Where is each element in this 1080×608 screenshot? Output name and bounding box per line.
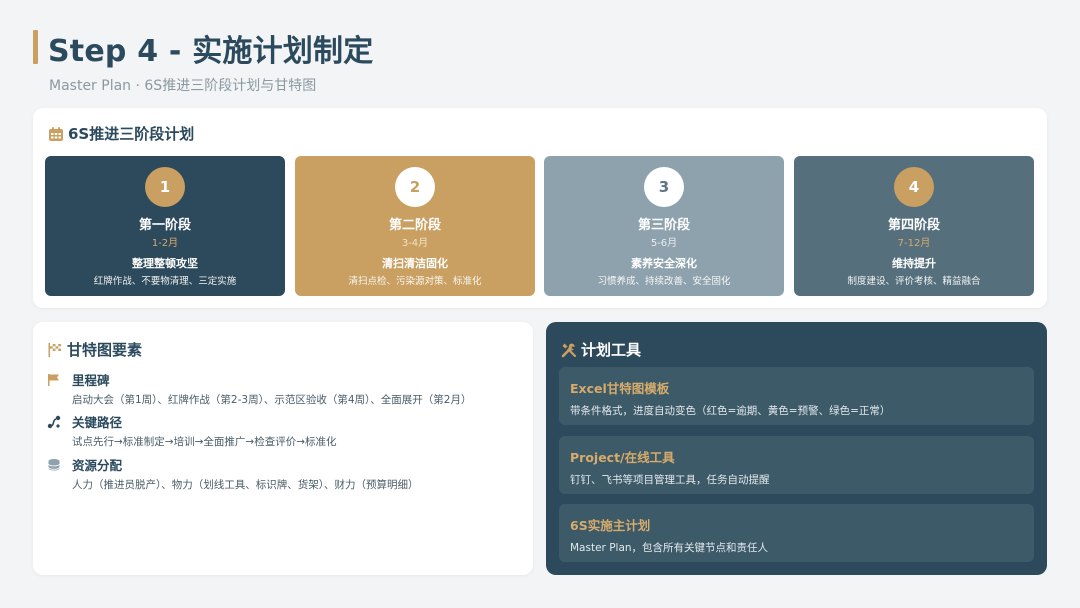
stage-number-badge: 3: [644, 167, 684, 207]
tool-desc: 带条件格式，进度自动变色（红色=逾期、黄色=预警、绿色=正常）: [570, 405, 891, 417]
checkered-flag-icon: [47, 342, 63, 358]
tools-heading-text: 计划工具: [581, 341, 642, 359]
stage-card-1: 1 第一阶段 1-2月 整理整顿攻坚 红牌作战、不要物清理、三定实施: [45, 156, 285, 296]
stage-name: 第三阶段: [637, 218, 690, 233]
stage-number-badge: 1: [145, 167, 185, 207]
stage-number-badge: 4: [894, 167, 934, 207]
tool-desc: 钉钉、飞书等项目管理工具，任务自动提醒: [570, 474, 770, 486]
coins-icon: [47, 458, 61, 472]
stage-focus: 维持提升: [892, 257, 936, 270]
stage-plan-heading: 6S推进三阶段计划: [48, 123, 194, 144]
tool-desc: Master Plan，包含所有关键节点和责任人: [570, 542, 769, 554]
calendar-icon: [48, 126, 64, 142]
gantt-item-title: 关键路径: [72, 415, 123, 430]
stage-detail: 习惯养成、持续改善、安全固化: [597, 276, 731, 287]
gantt-heading: 甘特图要素: [47, 339, 142, 360]
stage-period: 5-6月: [650, 238, 678, 249]
title-accent-bar: [33, 30, 38, 64]
tools-icon: [561, 342, 577, 358]
stage-name: 第一阶段: [138, 218, 191, 233]
stage-number-badge: 2: [395, 167, 435, 207]
stage-period: 1-2月: [151, 238, 179, 249]
stage-name: 第四阶段: [887, 218, 940, 233]
stage-detail: 清扫点检、污染源对策、标准化: [348, 276, 482, 287]
tool-card-excel: Excel甘特图模板 带条件格式，进度自动变色（红色=逾期、黄色=预警、绿色=正…: [559, 367, 1034, 425]
gantt-item-milestone: 里程碑 启动大会（第1周）、红牌作战（第2-3周）、示范区验收（第4周）、全面展…: [47, 370, 471, 407]
stage-card-3: 3 第三阶段 5-6月 素养安全深化 习惯养成、持续改善、安全固化: [544, 156, 784, 296]
gantt-item-desc: 试点先行→标准制定→培训→全面推广→检查评价→标准化: [72, 436, 337, 448]
gantt-item-desc: 人力（推进员脱产）、物力（划线工具、标识牌、货架）、财力（预算明细）: [72, 479, 419, 491]
gantt-item-title: 资源分配: [72, 458, 123, 473]
gantt-item-title: 里程碑: [72, 373, 110, 388]
tool-card-master-plan: 6S实施主计划 Master Plan，包含所有关键节点和责任人: [559, 504, 1034, 562]
gantt-elements-panel: 甘特图要素 里程碑 启动大会（第1周）、红牌作战（第2-3周）、示范区验收（第4…: [33, 322, 533, 575]
stage-period: 3-4月: [401, 238, 429, 249]
gantt-item-desc: 启动大会（第1周）、红牌作战（第2-3周）、示范区验收（第4周）、全面展开（第2…: [72, 394, 472, 406]
page-subtitle: Master Plan · 6S推进三阶段计划与甘特图: [49, 78, 317, 94]
tool-name: Project/在线工具: [570, 450, 675, 465]
tool-name: 6S实施主计划: [570, 518, 651, 533]
stage-plan-heading-text: 6S推进三阶段计划: [68, 125, 195, 143]
planning-tools-panel: 计划工具 Excel甘特图模板 带条件格式，进度自动变色（红色=逾期、黄色=预警…: [546, 322, 1047, 575]
tools-heading: 计划工具: [561, 339, 641, 360]
stage-focus: 整理整顿攻坚: [132, 257, 198, 270]
gantt-heading-text: 甘特图要素: [67, 341, 143, 359]
stage-focus: 清扫清洁固化: [382, 257, 448, 270]
page-title: Step 4 - 实施计划制定: [48, 34, 374, 69]
stage-card-4: 4 第四阶段 7-12月 维持提升 制度建设、评价考核、精益融合: [794, 156, 1034, 296]
route-icon: [47, 415, 61, 429]
stage-focus: 素养安全深化: [631, 257, 697, 270]
tool-name: Excel甘特图模板: [570, 381, 670, 396]
stage-detail: 红牌作战、不要物清理、三定实施: [93, 276, 237, 287]
stage-detail: 制度建设、评价考核、精益融合: [847, 276, 981, 287]
flag-icon: [47, 373, 61, 387]
gantt-item-critical-path: 关键路径 试点先行→标准制定→培训→全面推广→检查评价→标准化: [47, 412, 337, 449]
stage-period: 7-12月: [897, 238, 931, 249]
stage-card-2: 2 第二阶段 3-4月 清扫清洁固化 清扫点检、污染源对策、标准化: [295, 156, 535, 296]
tool-card-project: Project/在线工具 钉钉、飞书等项目管理工具，任务自动提醒: [559, 436, 1034, 494]
stage-name: 第二阶段: [388, 218, 441, 233]
stage-plan-panel: 6S推进三阶段计划 1 第一阶段 1-2月 整理整顿攻坚 红牌作战、不要物清理、…: [33, 108, 1047, 308]
gantt-item-resources: 资源分配 人力（推进员脱产）、物力（划线工具、标识牌、货架）、财力（预算明细）: [47, 455, 419, 492]
